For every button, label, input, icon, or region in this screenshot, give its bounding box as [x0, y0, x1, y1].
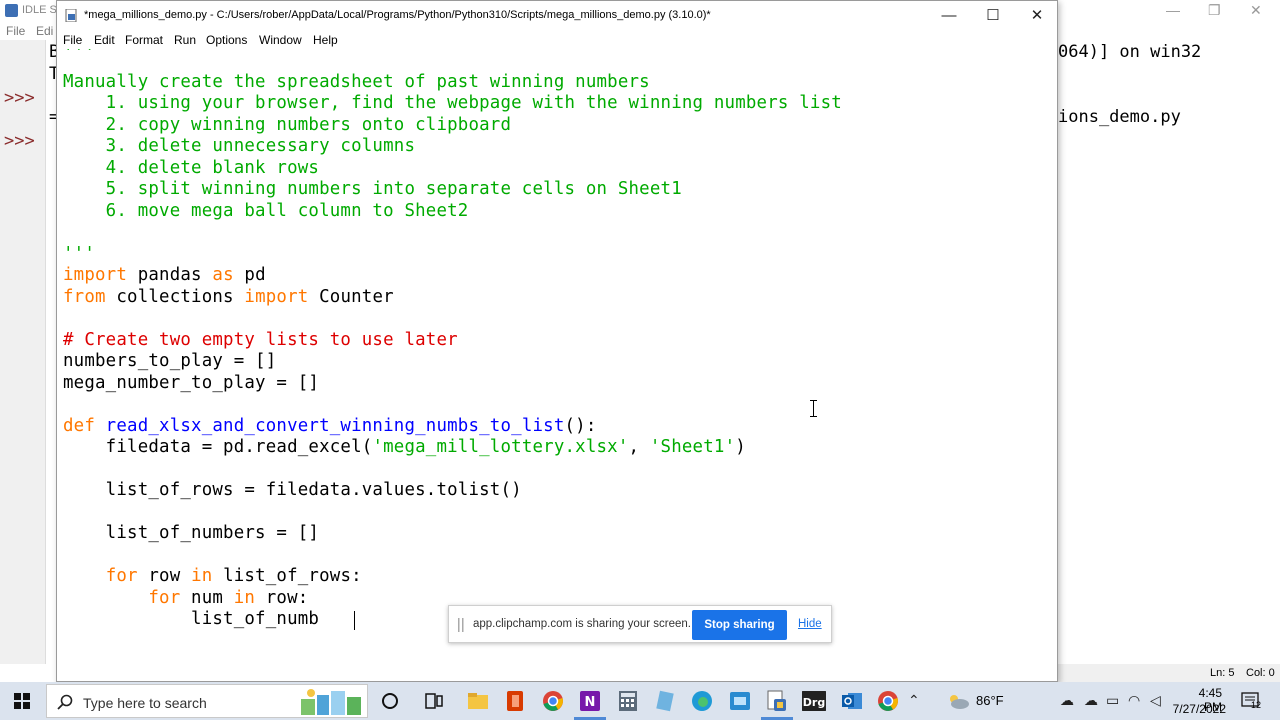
code-line: 2. copy winning numbers onto clipboard [63, 115, 512, 135]
search-highlight-icon [301, 689, 361, 715]
code-line: # Create two empty lists to use later [63, 330, 458, 350]
menu-edit[interactable]: Edit [94, 33, 115, 47]
cloud-icon[interactable]: ☁ [1084, 692, 1098, 709]
code-line: ''' [63, 49, 96, 63]
code-line: def read_xlsx_and_convert_winning_numbs_… [63, 416, 597, 436]
shell-restore-button[interactable]: ❐ [1208, 2, 1221, 19]
code-line: for num in row: [148, 588, 309, 608]
shell-status-bar: Ln: 5 Col: 0 [1058, 664, 1280, 682]
shell-minimize-button[interactable]: — [1166, 2, 1180, 18]
code-line: from collections import Counter [63, 287, 394, 307]
chrome-icon[interactable] [876, 689, 900, 713]
search-icon [57, 694, 73, 710]
ibeam-cursor-icon [810, 400, 817, 417]
editor-menubar: File Edit Format Run Options Window Help [57, 31, 1057, 49]
code-line: 3. delete unnecessary columns [63, 136, 416, 156]
status-line: Ln: 5 [1210, 667, 1235, 679]
code-line: Manually create the spreadsheet of past … [63, 72, 650, 92]
wifi-icon[interactable]: ◠ [1128, 692, 1140, 709]
office-icon[interactable] [503, 689, 527, 713]
shell-prompt: >>> [4, 88, 35, 108]
search-placeholder: Type here to search [83, 695, 207, 711]
cortana-icon[interactable] [378, 689, 402, 713]
editor-title: *mega_millions_demo.py - C:/Users/rober/… [84, 9, 711, 21]
onedrive-icon[interactable]: ☁ [1060, 692, 1074, 709]
code-line: ''' [63, 244, 96, 264]
code-line: mega_number_to_play = [] [63, 373, 320, 393]
status-column: Col: 0 [1246, 667, 1275, 679]
hide-link[interactable]: Hide [798, 618, 822, 630]
shell-close-button[interactable]: ✕ [1250, 2, 1262, 19]
shell-prompt: >>> [4, 131, 35, 151]
stop-sharing-button[interactable]: Stop sharing [692, 610, 787, 640]
python-file-icon [65, 9, 77, 22]
drag-handle-icon[interactable] [458, 618, 464, 632]
drg-icon[interactable]: Drg [802, 689, 826, 713]
minimize-button[interactable]: — [927, 5, 971, 27]
clock-date[interactable]: 7/27/2022 [1172, 702, 1226, 716]
edge-icon[interactable] [690, 689, 714, 713]
svg-text:N: N [585, 695, 596, 710]
menu-window[interactable]: Window [259, 33, 302, 47]
code-line: 1. using your browser, find the webpage … [63, 93, 842, 113]
shell-menu-file[interactable]: File [6, 24, 25, 38]
code-editor[interactable]: ''' Manually create the spreadsheet of p… [61, 49, 1053, 665]
menu-run[interactable]: Run [174, 33, 196, 47]
code-line: list_of_numbers = [] [63, 523, 320, 543]
code-line: 6. move mega ball column to Sheet2 [63, 201, 469, 221]
menu-file[interactable]: File [63, 33, 82, 47]
code-line: import pandas as pd [63, 265, 266, 285]
code-line: filedata = pd.read_excel('mega_mill_lott… [63, 437, 746, 457]
weather-cloud-icon[interactable] [946, 691, 970, 711]
maximize-button[interactable]: ☐ [971, 5, 1015, 27]
text-caret [354, 611, 355, 630]
screen-sharing-banner: app.clipchamp.com is sharing your screen… [448, 605, 832, 643]
chrome-icon[interactable] [541, 689, 565, 713]
shell-prompt-gutter: >>> >>> [0, 40, 46, 664]
menu-options[interactable]: Options [206, 33, 247, 47]
windows-taskbar: Type here to search N Drg ⌃ 86°F ☁ ☁ ▭ ◠… [0, 682, 1280, 720]
temperature[interactable]: 86°F [976, 693, 1004, 708]
editor-titlebar[interactable]: *mega_millions_demo.py - C:/Users/rober/… [57, 1, 1057, 31]
outlook-icon[interactable] [840, 689, 864, 713]
code-line: for row in list_of_rows: [105, 566, 362, 586]
python-idle-icon[interactable] [765, 689, 789, 713]
shell-menu-edit[interactable]: Edi [36, 24, 53, 38]
chevron-up-icon[interactable]: ⌃ [908, 692, 920, 709]
menu-format[interactable]: Format [125, 33, 163, 47]
shell-output-line: 064)] on win32 [1058, 42, 1202, 62]
onenote-icon[interactable]: N [578, 689, 602, 713]
code-line: list_of_rows = filedata.values.tolist() [63, 480, 522, 500]
windows-start-icon[interactable] [0, 682, 44, 720]
svg-text:Drg: Drg [803, 696, 825, 709]
task-view-icon[interactable] [422, 689, 446, 713]
notification-count: 12 [1251, 700, 1262, 710]
code-line: 5. split winning numbers into separate c… [63, 179, 682, 199]
sharing-message: app.clipchamp.com is sharing your screen… [473, 618, 691, 630]
code-line: 4. delete blank rows [63, 158, 320, 178]
network-icon[interactable] [728, 689, 752, 713]
volume-icon[interactable]: ◁ [1150, 692, 1161, 709]
battery-icon[interactable]: ▭ [1106, 692, 1119, 709]
shell-output-line: ions_demo.py [1058, 107, 1181, 127]
close-button[interactable]: ✕ [1015, 5, 1059, 27]
file-explorer-icon[interactable] [466, 689, 490, 713]
idle-icon [5, 4, 18, 17]
calculator-icon[interactable] [616, 689, 640, 713]
notepad-icon[interactable] [653, 689, 677, 713]
taskbar-search-box[interactable]: Type here to search [46, 684, 368, 718]
code-line: numbers_to_play = [] [63, 351, 277, 371]
idle-editor-window[interactable]: *mega_millions_demo.py - C:/Users/rober/… [56, 0, 1058, 682]
menu-help[interactable]: Help [313, 33, 338, 47]
code-line: list_of_numb [63, 609, 320, 629]
